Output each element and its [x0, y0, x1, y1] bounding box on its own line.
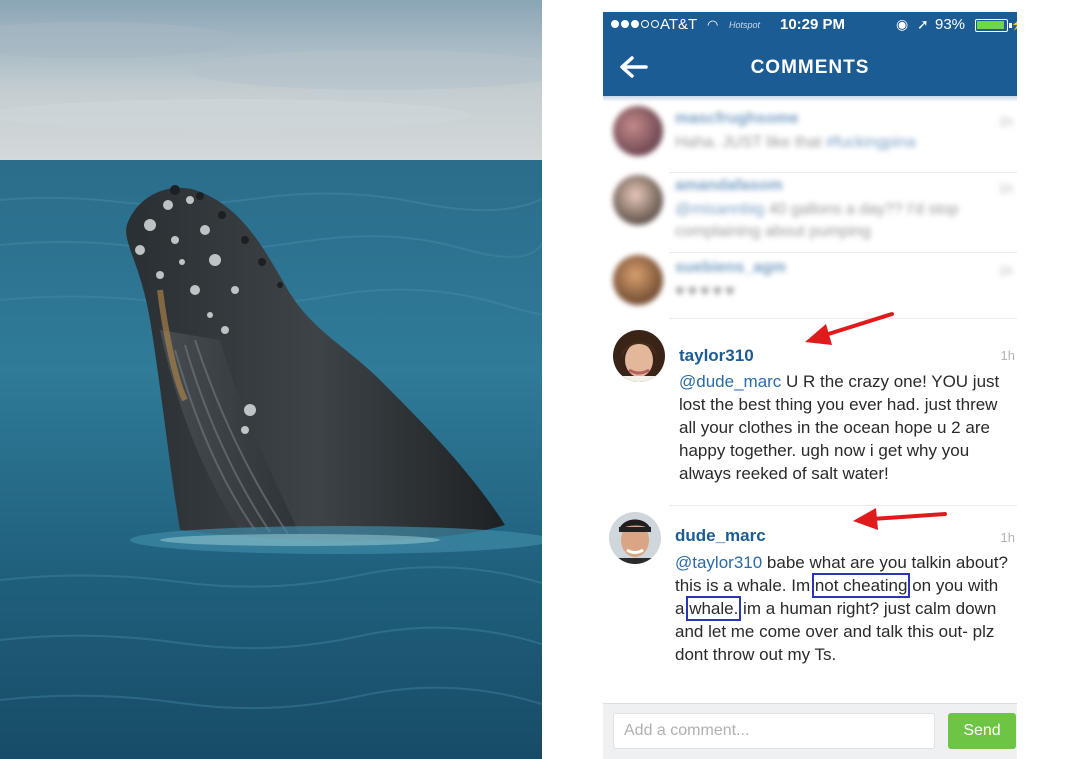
comment-input[interactable] [613, 713, 935, 749]
whale-photo [0, 0, 542, 759]
comment-divider [669, 252, 1017, 253]
blurred-comment: mascfrughsome Haha. JUST like that #fuck… [603, 102, 1017, 172]
location-arrow-icon: ➚ [917, 16, 929, 32]
blurred-comment: amandafasom @misannbig 40 gallons a day?… [603, 175, 1017, 255]
comment-text: @misannbig 40 gallons a day?? I'd stop c… [675, 199, 1005, 243]
comment-input-bar: Send [603, 703, 1017, 759]
comment-dude-marc: dude_marc 1h @taylor310 babe what are yo… [603, 508, 1017, 698]
wifi-icon: ◠ [707, 17, 719, 32]
comment-text: Haha. JUST like that #fuckingpina [675, 132, 916, 154]
highlighted-word-whale: whale. [686, 596, 742, 621]
comment-username: amandafasom [675, 177, 783, 194]
highlighted-phrase-not-cheating: not cheating [811, 573, 911, 598]
comment-time: 1h [998, 114, 1013, 129]
comment-time: 1h [1000, 348, 1015, 363]
comment-divider [669, 505, 1017, 506]
send-button[interactable]: Send [948, 713, 1016, 749]
comment-mention[interactable]: @dude_marc [679, 372, 781, 391]
comment-text: @taylor310 babe what are you talkin abou… [675, 551, 1009, 666]
comment-divider [669, 318, 1017, 319]
avatar [613, 175, 663, 225]
comment-username[interactable]: taylor310 [679, 346, 754, 366]
avatar[interactable] [613, 330, 665, 382]
avatar [613, 106, 663, 156]
battery-percent: 93% [935, 16, 966, 33]
comment-time: 1h [998, 263, 1013, 278]
avatar[interactable] [609, 512, 661, 564]
blurred-comment: suebiens_agm ♥♥♥♥♥ 1h [603, 255, 1017, 325]
battery-icon [975, 19, 1012, 32]
comment-mention: @misannbig [675, 201, 765, 218]
rotation-lock-icon: ◉ [896, 16, 909, 32]
comment-time: 1h [1000, 530, 1015, 545]
status-time: 10:29 PM [780, 16, 846, 33]
carrier-label: AT&T [660, 16, 698, 33]
avatar [613, 255, 663, 305]
comment-username[interactable]: dude_marc [675, 526, 766, 546]
signal-strength-icon [611, 20, 659, 28]
comment-hearts: ♥♥♥♥♥ [675, 283, 738, 300]
comment-username: suebiens_agm [675, 259, 787, 276]
comment-username: mascfrughsome [675, 110, 799, 127]
status-bar: AT&T ◠ Hotspot 10:29 PM ◉ ➚ 93% ⚡ [603, 12, 1017, 38]
comment-taylor310: taylor310 1h @dude_marc U R the crazy on… [603, 322, 1017, 502]
comment-time: 1h [998, 181, 1013, 196]
navigation-bar: COMMENTS [603, 38, 1017, 96]
hotspot-label: Hotspot [729, 20, 761, 30]
instagram-comments-screen: AT&T ◠ Hotspot 10:29 PM ◉ ➚ 93% ⚡ COMMEN… [603, 12, 1017, 759]
charging-icon: ⚡ [1011, 18, 1017, 31]
comment-divider [669, 172, 1017, 173]
comment-text: @dude_marc U R the crazy one! YOU just l… [679, 370, 1009, 485]
comment-text-plain: Haha. JUST like that [675, 134, 826, 151]
comment-mention[interactable]: @taylor310 [675, 553, 762, 572]
page-title: COMMENTS [750, 57, 870, 78]
comment-hashtag: #fuckingpina [825, 134, 916, 151]
